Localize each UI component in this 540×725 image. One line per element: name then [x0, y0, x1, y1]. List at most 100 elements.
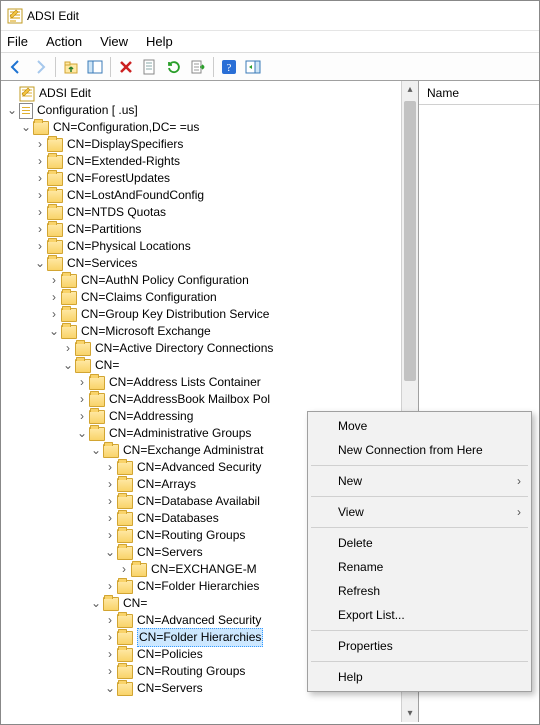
expander-icon[interactable]: › [47, 306, 61, 323]
tree-label: CN=ForestUpdates [67, 170, 170, 187]
back-button[interactable] [5, 56, 27, 78]
export-button[interactable] [187, 56, 209, 78]
folder-icon [117, 546, 133, 560]
folder-icon [117, 682, 133, 696]
tree-node-org[interactable]: ⌄CN= [5, 357, 418, 374]
list-column-header[interactable]: Name [419, 81, 539, 105]
tree-label: CN=AddressBook Mailbox Pol [109, 391, 270, 408]
action-pane-button[interactable] [242, 56, 264, 78]
menu-file[interactable]: File [7, 34, 28, 49]
tree-node[interactable]: ›CN=DisplaySpecifiers [5, 136, 418, 153]
expander-icon[interactable]: ⌄ [103, 680, 117, 697]
toolbar: ? [1, 53, 539, 81]
expander-icon[interactable]: › [103, 629, 117, 646]
ctx-refresh[interactable]: Refresh [310, 579, 529, 603]
tree-label: CN=Servers [137, 680, 203, 697]
up-button[interactable] [60, 56, 82, 78]
expander-icon[interactable]: › [33, 170, 47, 187]
forward-button[interactable] [29, 56, 51, 78]
tree-node[interactable]: ›CN=Active Directory Connections [5, 340, 418, 357]
expander-icon[interactable]: › [103, 663, 117, 680]
expander-icon[interactable]: › [33, 204, 47, 221]
expander-icon[interactable]: › [103, 476, 117, 493]
folder-icon [117, 495, 133, 509]
tree-node[interactable]: ›CN=Physical Locations [5, 238, 418, 255]
tree-label: CN=Policies [137, 646, 203, 663]
tree-node[interactable]: › CN=ForestUpdates [5, 170, 418, 187]
tree-node[interactable]: › CN=AuthN Policy Configuration [5, 272, 418, 289]
expander-icon[interactable]: › [75, 391, 89, 408]
ctx-export[interactable]: Export List... [310, 603, 529, 627]
ctx-delete[interactable]: Delete [310, 531, 529, 555]
ctx-rename[interactable]: Rename [310, 555, 529, 579]
menu-action[interactable]: Action [46, 34, 82, 49]
tree-label: CN=Extended-Rights [67, 153, 180, 170]
expander-icon[interactable]: ⌄ [5, 102, 19, 119]
ctx-properties[interactable]: Properties [310, 634, 529, 658]
tree-label: CN=Database Availabil [137, 493, 260, 510]
properties-button[interactable] [139, 56, 161, 78]
expander-icon[interactable]: › [103, 493, 117, 510]
scrollbar-thumb[interactable] [404, 101, 416, 381]
expander-icon[interactable]: › [117, 561, 131, 578]
tree-label: CN=Claims Configuration [81, 289, 217, 306]
expander-icon[interactable]: › [47, 289, 61, 306]
expander-icon[interactable]: › [33, 187, 47, 204]
expander-icon[interactable]: › [103, 459, 117, 476]
tree-node-msexchange[interactable]: ⌄CN=Microsoft Exchange [5, 323, 418, 340]
expander-icon[interactable]: › [47, 272, 61, 289]
tree-label: CN=AuthN Policy Configuration [81, 272, 249, 289]
tree-node[interactable]: ›CN=Address Lists Container [5, 374, 418, 391]
expander-icon[interactable]: ⌄ [103, 544, 117, 561]
tree-node[interactable]: ›CN=LostAndFoundConfig [5, 187, 418, 204]
expander-icon[interactable]: › [75, 408, 89, 425]
folder-icon [117, 461, 133, 475]
expander-icon[interactable]: ⌄ [47, 323, 61, 340]
expander-icon[interactable]: ⌄ [89, 442, 103, 459]
show-hide-tree-button[interactable] [84, 56, 106, 78]
tree-node-root[interactable]: ADSI Edit [5, 85, 418, 102]
expander-icon[interactable]: › [103, 510, 117, 527]
refresh-button[interactable] [163, 56, 185, 78]
chevron-right-icon: › [517, 474, 521, 488]
ctx-move[interactable]: Move [310, 414, 529, 438]
menu-view[interactable]: View [100, 34, 128, 49]
scroll-up-icon[interactable]: ▴ [402, 81, 418, 98]
tree-node[interactable]: › CN=Claims Configuration [5, 289, 418, 306]
expander-icon[interactable]: › [103, 612, 117, 629]
expander-icon[interactable]: ⌄ [75, 425, 89, 442]
menu-help[interactable]: Help [146, 34, 173, 49]
tree-label: CN=Exchange Administrat [123, 442, 263, 459]
tree-node-configuration[interactable]: ⌄ Configuration [ .us] [5, 102, 418, 119]
tree-node-configuration-dn[interactable]: ⌄ CN=Configuration,DC= =us [5, 119, 418, 136]
expander-icon[interactable]: › [33, 238, 47, 255]
tree-node[interactable]: › CN=Extended-Rights [5, 153, 418, 170]
folder-icon [117, 580, 133, 594]
expander-icon[interactable]: › [33, 136, 47, 153]
tree-node[interactable]: ›CN=Partitions [5, 221, 418, 238]
delete-button[interactable] [115, 56, 137, 78]
expander-icon[interactable]: › [61, 340, 75, 357]
expander-icon[interactable]: › [103, 578, 117, 595]
tree-node-services[interactable]: ⌄CN=Services [5, 255, 418, 272]
ctx-help[interactable]: Help [310, 665, 529, 689]
help-button[interactable]: ? [218, 56, 240, 78]
scroll-down-icon[interactable]: ▾ [402, 705, 418, 722]
expander-icon[interactable]: › [33, 221, 47, 238]
expander-icon[interactable]: › [103, 646, 117, 663]
expander-icon[interactable]: ⌄ [89, 595, 103, 612]
tree-label: CN=Group Key Distribution Service [81, 306, 269, 323]
ctx-new[interactable]: New› [310, 469, 529, 493]
tree-node[interactable]: › CN=Group Key Distribution Service [5, 306, 418, 323]
expander-icon[interactable]: ⌄ [61, 357, 75, 374]
ctx-new-connection[interactable]: New Connection from Here [310, 438, 529, 462]
expander-icon[interactable]: ⌄ [19, 119, 33, 136]
expander-icon[interactable]: ⌄ [33, 255, 47, 272]
expander-icon[interactable]: › [75, 374, 89, 391]
tree-node[interactable]: ›CN=NTDS Quotas [5, 204, 418, 221]
tree-label: CN=Addressing [109, 408, 193, 425]
tree-node[interactable]: › CN=AddressBook Mailbox Pol [5, 391, 418, 408]
ctx-view[interactable]: View› [310, 500, 529, 524]
expander-icon[interactable]: › [103, 527, 117, 544]
expander-icon[interactable]: › [33, 153, 47, 170]
